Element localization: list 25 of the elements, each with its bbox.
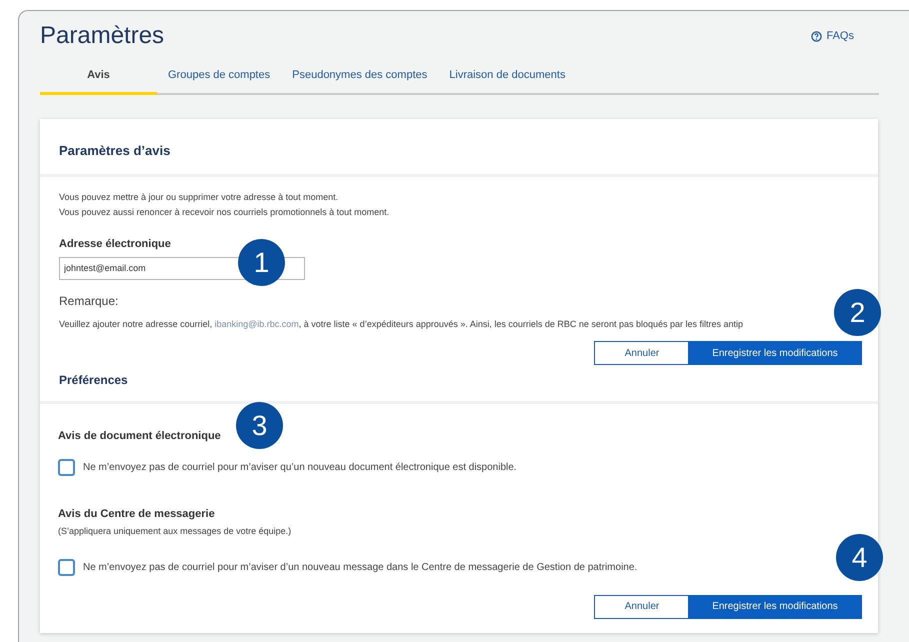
tab[interactable]: Pseudonymes des comptes bbox=[281, 63, 438, 94]
intro-text: Vous pouvez aussi renoncer à recevoir nos courriels promotionnels à tout moment. bbox=[59, 206, 390, 219]
checkbox[interactable] bbox=[58, 458, 75, 476]
cancel-button[interactable]: Annuler bbox=[594, 341, 690, 365]
save-button[interactable]: Enregistrer les modifications bbox=[688, 341, 862, 365]
group-title: Avis du Centre de messagerie bbox=[58, 506, 216, 522]
email-link[interactable]: ibanking@ib.rbc.com bbox=[214, 318, 299, 328]
field-label: Adresse électronique bbox=[59, 237, 172, 252]
group-title: Avis de document électronique bbox=[58, 429, 222, 444]
checkbox-label: Ne m’envoyez pas de courriel pour m’aviser qu’un nouveau document électronique est disponible. bbox=[83, 460, 517, 474]
help-icon bbox=[811, 30, 822, 42]
cancel-button[interactable]: Annuler bbox=[594, 594, 690, 618]
remark-label: Remarque: bbox=[59, 292, 120, 310]
checkbox-label: Ne m’envoyez pas de courriel pour m’aviser d’un nouveau message dans le Centre de messagerie de Gestion de patrimoine. bbox=[83, 560, 638, 574]
checkbox[interactable] bbox=[58, 558, 75, 576]
section-title: Préférences bbox=[59, 372, 129, 389]
tab[interactable]: Groupes de comptes bbox=[157, 63, 282, 94]
tab[interactable]: Avis bbox=[40, 63, 157, 94]
page-title: Paramètres bbox=[40, 21, 164, 51]
save-button[interactable]: Enregistrer les modifications bbox=[688, 594, 862, 618]
intro-text: Vous pouvez mettre à jour ou supprimer votre adresse à tout moment. bbox=[59, 191, 340, 204]
tab[interactable]: Livraison de documents bbox=[438, 63, 576, 94]
group-note: (S’appliquera uniquement aux messages de votre équipe.) bbox=[58, 525, 292, 538]
section-title: Paramètres d’avis bbox=[59, 142, 172, 160]
faq-link[interactable]: FAQs bbox=[811, 28, 854, 44]
